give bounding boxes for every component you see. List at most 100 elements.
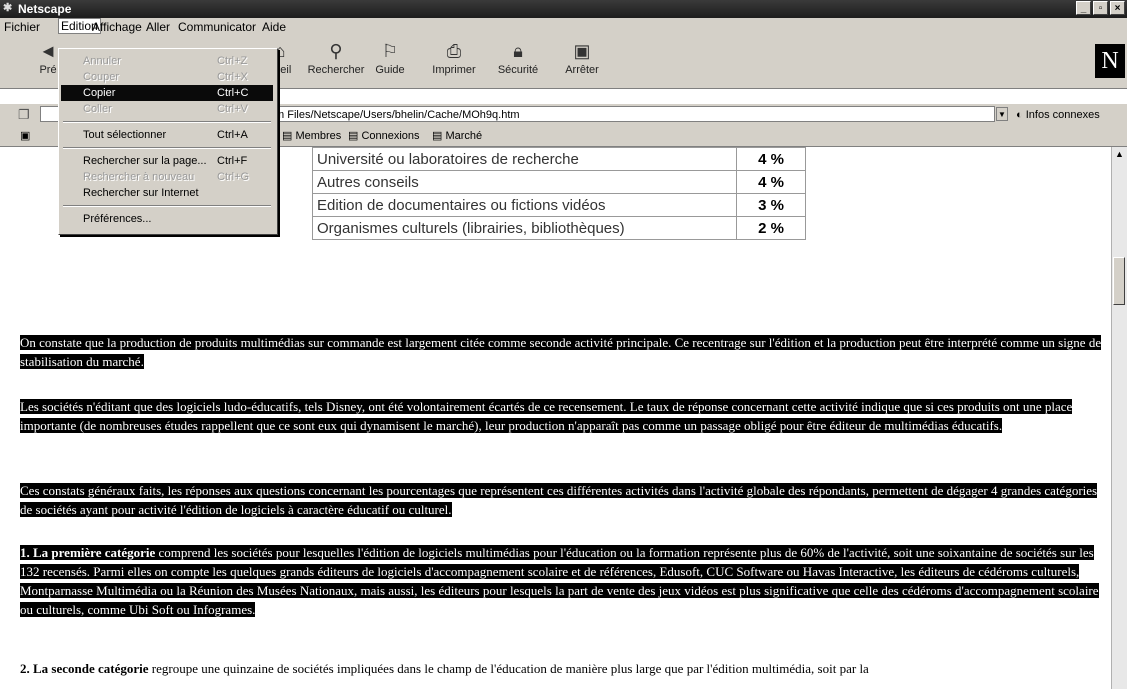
netscape-app-icon: ✱	[3, 2, 13, 14]
window-title: Netscape	[18, 2, 72, 16]
selected-text[interactable]: On constate que la production de produit…	[20, 335, 1102, 369]
category-text: comprend les sociétés pour lesquelles l'…	[20, 545, 1099, 617]
marche-label: Marché	[445, 130, 483, 142]
menu-item-rechercher-page[interactable]: Rechercher sur la page... Ctrl+F	[61, 153, 273, 169]
menu-item-rechercher-nouveau[interactable]: Rechercher à nouveau Ctrl+G	[61, 169, 273, 185]
security-button[interactable]: 🔒︎ Sécurité	[488, 40, 548, 76]
menu-item-label: Annuler	[83, 55, 121, 67]
menu-aller[interactable]: Aller	[146, 20, 170, 34]
menu-item-shortcut: Ctrl+X	[217, 71, 248, 83]
menu-item-copier[interactable]: Copier Ctrl+C	[61, 85, 273, 101]
activity-table: Université ou laboratoires de recherche …	[312, 147, 806, 240]
close-button[interactable]: ×	[1110, 1, 1125, 15]
menu-item-label: Rechercher sur la page...	[83, 155, 207, 167]
menu-item-label: Coller	[83, 103, 112, 115]
menu-communicator[interactable]: Communicator	[178, 20, 256, 34]
category-text: regroupe une quinzaine de sociétés impli…	[148, 661, 869, 676]
menu-item-label: Rechercher sur Internet	[83, 187, 199, 199]
personal-item-marche[interactable]: ▤ Marché	[432, 129, 482, 142]
stop-label: Arrêter	[565, 64, 599, 76]
bookmark-icon[interactable]: ❐	[18, 107, 34, 123]
related-label: Infos connexes	[1025, 109, 1100, 121]
table-row: Autres conseils 4 %	[312, 170, 806, 194]
menu-item-tout-selectionner[interactable]: Tout sélectionner Ctrl+A	[61, 127, 273, 143]
connexions-label: Connexions	[361, 130, 420, 142]
menu-bar: Fichier Edition Affichage Aller Communic…	[0, 18, 1127, 36]
selected-text[interactable]: 1. La première catégorie comprend les so…	[20, 545, 1099, 617]
personal-item-membres[interactable]: ▤ Membres	[282, 129, 341, 142]
menu-separator	[63, 147, 271, 149]
vertical-scrollbar[interactable]: ▲	[1111, 147, 1127, 689]
menu-item-shortcut: Ctrl+Z	[217, 55, 248, 67]
menu-separator	[63, 121, 271, 123]
search-icon: ⚲	[329, 41, 343, 61]
paragraph-2: Les sociétés n'éditant que des logiciels…	[20, 397, 1102, 435]
category-heading: 2. La seconde catégorie	[20, 661, 149, 676]
title-bar: ✱ Netscape _ ▫ ×	[0, 0, 1127, 18]
menu-aide[interactable]: Aide	[262, 20, 286, 34]
menu-item-shortcut: Ctrl+G	[217, 171, 250, 183]
url-text: m Files/Netscape/Users/bhelin/Cache/MOh9…	[275, 109, 520, 121]
stop-icon: ▣	[573, 41, 591, 61]
table-cell-pct: 2 %	[736, 216, 806, 240]
scroll-thumb[interactable]	[1113, 257, 1125, 305]
related-icon: ◐	[1016, 109, 1023, 121]
table-row: Université ou laboratoires de recherche …	[312, 147, 806, 171]
menu-item-coller[interactable]: Coller Ctrl+V	[61, 101, 273, 117]
lock-icon: 🔒︎	[513, 41, 523, 61]
menu-fichier[interactable]: Fichier	[4, 20, 40, 34]
menu-separator	[63, 205, 271, 207]
edit-menu-dropdown: Annuler Ctrl+Z Couper Ctrl+X Copier Ctrl…	[58, 48, 278, 235]
menu-item-label: Tout sélectionner	[83, 129, 167, 141]
stop-button[interactable]: ▣ Arrêter	[552, 40, 612, 76]
paragraph-1: On constate que la production de produit…	[20, 333, 1102, 371]
table-cell-label: Organismes culturels (librairies, biblio…	[312, 216, 737, 240]
table-cell-label: Université ou laboratoires de recherche	[312, 147, 737, 171]
back-icon: ◄	[39, 41, 57, 61]
url-dropdown-arrow[interactable]: ▼	[996, 107, 1008, 121]
table-cell-label: Edition de documentaires ou fictions vid…	[312, 193, 737, 217]
menu-item-label: Préférences...	[83, 213, 152, 225]
paragraph-4: 1. La première catégorie comprend les so…	[20, 543, 1102, 619]
search-button[interactable]: ⚲ Rechercher	[306, 40, 366, 76]
security-label: Sécurité	[497, 64, 539, 76]
menu-item-rechercher-internet[interactable]: Rechercher sur Internet	[61, 185, 273, 201]
table-row: Organismes culturels (librairies, biblio…	[312, 216, 806, 240]
scroll-up-arrow-icon[interactable]: ▲	[1112, 147, 1127, 162]
table-cell-pct: 4 %	[736, 147, 806, 171]
menu-item-annuler[interactable]: Annuler Ctrl+Z	[61, 53, 273, 69]
membres-label: Membres	[295, 130, 342, 142]
selected-text[interactable]: Les sociétés n'éditant que des logiciels…	[20, 399, 1073, 433]
category-heading: 1. La première catégorie	[20, 545, 156, 560]
menu-item-shortcut: Ctrl+C	[217, 87, 249, 99]
minimize-button[interactable]: _	[1076, 1, 1091, 15]
print-button[interactable]: ⎙ Imprimer	[424, 40, 484, 76]
print-label: Imprimer	[432, 64, 476, 76]
menu-item-label: Couper	[83, 71, 120, 83]
guide-button[interactable]: ⚐ Guide	[360, 40, 420, 76]
netscape-logo[interactable]: N	[1095, 44, 1125, 78]
table-cell-pct: 4 %	[736, 170, 806, 194]
table-cell-pct: 3 %	[736, 193, 806, 217]
print-icon: ⎙	[446, 41, 462, 61]
browser-window: ✱ Netscape _ ▫ × Fichier Edition Afficha…	[0, 0, 1127, 689]
menu-item-shortcut: Ctrl+V	[217, 103, 248, 115]
maximize-button[interactable]: ▫	[1093, 1, 1108, 15]
back-label: Pré	[39, 64, 57, 76]
window-controls: _ ▫ ×	[1076, 1, 1125, 15]
menu-item-preferences[interactable]: Préférences...	[61, 211, 273, 227]
guide-label: Guide	[375, 64, 405, 76]
menu-item-shortcut: Ctrl+A	[217, 129, 248, 141]
menu-item-shortcut: Ctrl+F	[217, 155, 248, 167]
table-cell-label: Autres conseils	[312, 170, 737, 194]
selected-text[interactable]: Ces constats généraux faits, les réponse…	[20, 483, 1098, 517]
bookmark-folder-icon: ▣	[20, 130, 31, 142]
menu-affichage[interactable]: Affichage	[92, 20, 142, 34]
related-link[interactable]: ◐ Infos connexes	[1016, 109, 1100, 121]
guide-icon: ⚐	[381, 41, 399, 61]
paragraph-5: 2. La seconde catégorie regroupe une qui…	[20, 659, 1102, 678]
personal-item-connexions[interactable]: ▤ Connexions	[348, 129, 420, 142]
menu-item-label: Rechercher à nouveau	[83, 171, 195, 183]
menu-item-couper[interactable]: Couper Ctrl+X	[61, 69, 273, 85]
search-label: Rechercher	[307, 64, 365, 76]
